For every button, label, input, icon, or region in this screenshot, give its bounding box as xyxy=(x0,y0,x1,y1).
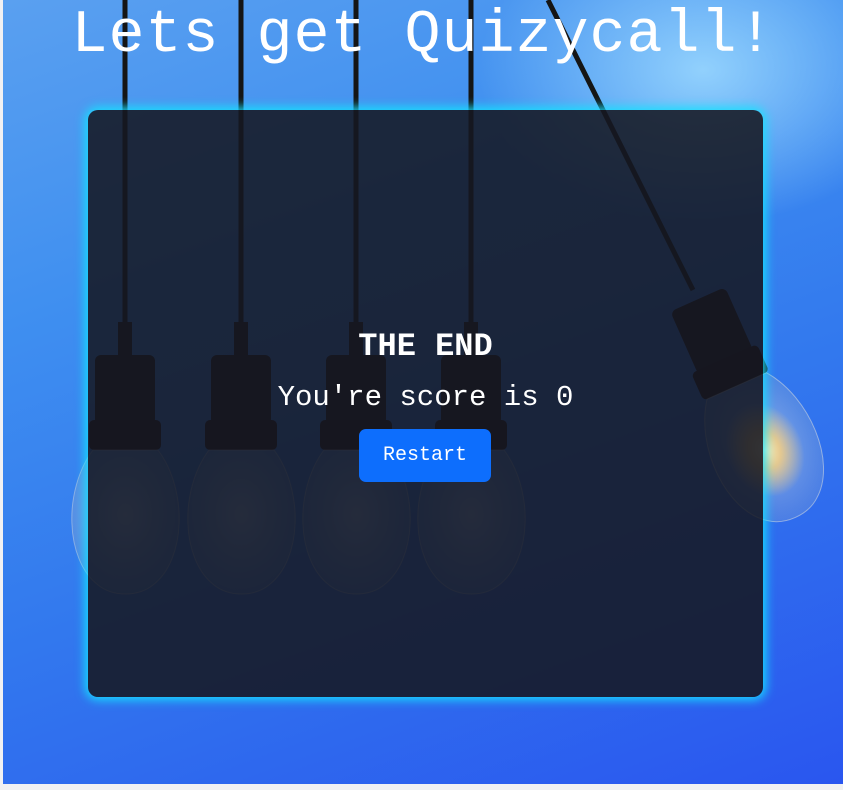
result-card: THE END You're score is 0 Restart xyxy=(88,110,763,697)
quiz-screen: Lets get Quizycall! THE END You're score… xyxy=(3,0,843,784)
page-title: Lets get Quizycall! xyxy=(71,2,775,70)
end-heading: THE END xyxy=(358,328,493,365)
score-text: You're score is 0 xyxy=(277,381,574,414)
restart-button[interactable]: Restart xyxy=(359,429,491,482)
